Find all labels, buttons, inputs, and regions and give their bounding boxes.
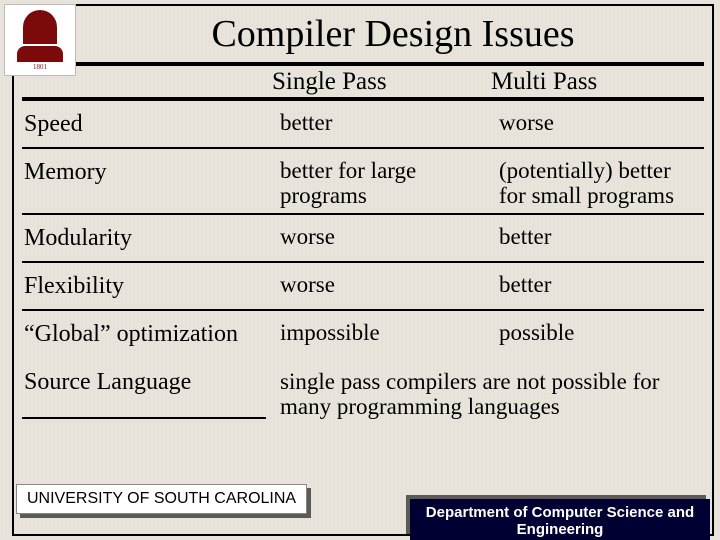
row-label: Speed <box>22 101 266 142</box>
cell: better <box>266 101 485 140</box>
slide-frame: 1801 Compiler Design Issues Single Pass … <box>12 4 714 536</box>
cell: possible <box>485 311 704 350</box>
university-logo: 1801 <box>4 4 76 76</box>
row-label: Modularity <box>22 215 266 256</box>
palm-icon <box>23 10 57 44</box>
logo-year: 1801 <box>33 63 47 71</box>
dept-line1: Department of Computer Science and <box>426 504 694 521</box>
cell: worse <box>266 263 485 302</box>
cell: worse <box>485 101 704 140</box>
table-header: Single Pass Multi Pass <box>22 62 704 101</box>
row-label: Flexibility <box>22 263 266 304</box>
cell: worse <box>266 215 485 254</box>
cell: impossible <box>266 311 485 350</box>
cell: (potentially) better for small programs <box>485 149 704 213</box>
footer-department: Department of Computer Science and Engin… <box>410 499 710 540</box>
table-row: “Global” optimization impossible possibl… <box>22 311 704 359</box>
col-multi-pass: Multi Pass <box>485 66 704 97</box>
cell: better for large programs <box>266 149 485 213</box>
footer-university: UNIVERSITY OF SOUTH CAROLINA <box>16 484 307 514</box>
table-row: Memory better for large programs (potent… <box>22 149 704 215</box>
col-single-pass: Single Pass <box>266 66 485 97</box>
dept-line2: Engineering <box>517 521 604 538</box>
slide-title: Compiler Design Issues <box>14 6 712 58</box>
source-note: single pass compilers are not possible f… <box>266 359 704 420</box>
table-row: Modularity worse better <box>22 215 704 263</box>
gates-icon <box>17 46 63 62</box>
table-row: Flexibility worse better <box>22 263 704 311</box>
cell: better <box>485 263 704 302</box>
table-row: Speed better worse <box>22 101 704 149</box>
row-label: “Global” optimization <box>22 311 266 352</box>
source-language-row: Source Language single pass compilers ar… <box>22 359 704 420</box>
row-label: Source Language <box>22 359 266 420</box>
cell: better <box>485 215 704 254</box>
row-label: Memory <box>22 149 266 190</box>
